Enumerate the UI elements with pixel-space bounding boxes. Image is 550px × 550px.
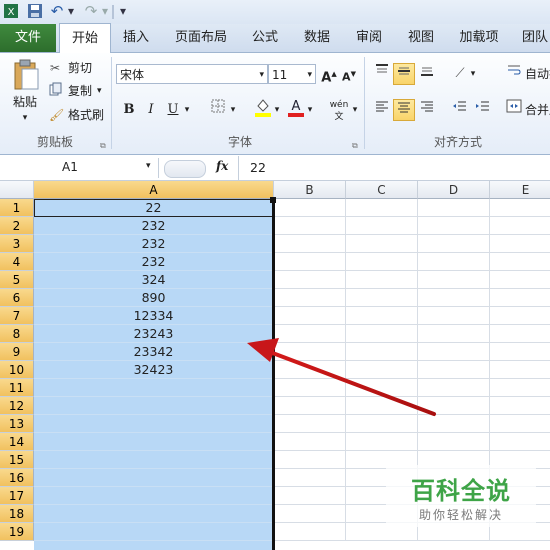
watermark: 百科全说 助你轻松解决: [386, 465, 536, 527]
watermark-title: 百科全说: [411, 477, 511, 505]
watermark-subtitle: 助你轻松解决: [418, 508, 503, 522]
